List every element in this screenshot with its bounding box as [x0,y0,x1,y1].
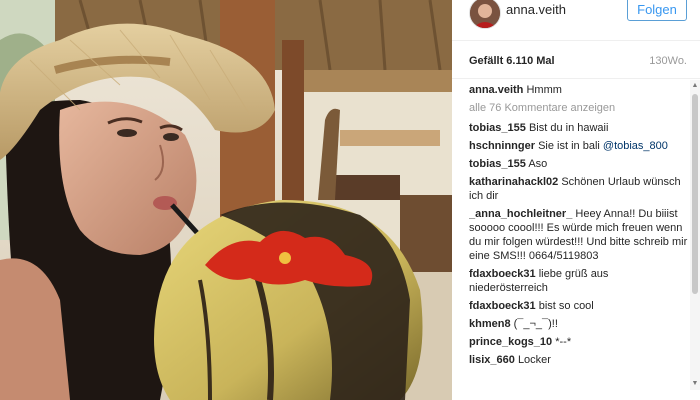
comment-text: bist so cool [538,300,594,312]
comment-item: katharinahackl02 Schönen Urlaub wünsch i… [469,175,689,203]
scroll-up-arrow-icon[interactable]: ▲ [691,82,699,90]
comment-username[interactable]: tobias_155 [469,158,526,170]
comment-username[interactable]: khmen8 [469,318,511,330]
comment-username[interactable]: prince_kogs_10 [469,336,552,348]
comment-item: hschninnger Sie ist in bali @tobias_800 [469,139,689,153]
comment-username[interactable]: fdaxboeck31 [469,268,536,280]
likes-count[interactable]: Gefällt 6.110 Mal [469,55,555,67]
comment-mention-link[interactable]: @tobias_800 [603,140,668,152]
comment-username[interactable]: katharinahackl02 [469,176,558,188]
comment-username[interactable]: fdaxboeck31 [469,300,536,312]
comment-item: khmen8 (¯_¬_¯)!! [469,317,689,331]
comment-text: (¯_¬_¯)!! [513,318,558,330]
post-sidebar: anna.veith Folgen Gefällt 6.110 Mal 130W… [452,0,700,400]
comment-text: Sie ist in bali [538,140,600,152]
comment-item: tobias_155 Aso [469,157,689,171]
caption-text: Hmmm [526,84,562,96]
follow-button[interactable]: Folgen [627,0,687,21]
header-username[interactable]: anna.veith [506,2,566,17]
comment-item: _anna_hochleitner_ Heey Anna!! Du biiist… [469,207,689,263]
comment-item: fdaxboeck31 bist so cool [469,299,689,313]
avatar[interactable] [469,0,501,29]
comment-item: prince_kogs_10 *--* [469,335,689,349]
post-photo[interactable] [0,0,452,400]
comment-username[interactable]: tobias_155 [469,122,526,134]
post-time[interactable]: 130Wo. [649,55,687,67]
comments-list: anna.veith Hmmm alle 76 Kommentare anzei… [469,83,689,400]
scroll-down-arrow-icon[interactable]: ▼ [691,380,699,388]
comment-username[interactable]: lisix_660 [469,354,515,366]
caption: anna.veith Hmmm [469,83,689,97]
comment-text: Bist du in hawaii [528,122,609,134]
comment-item: fdaxboeck31 liebe grüß aus niederösterre… [469,267,689,295]
comment-text: Aso [528,158,548,170]
photo-illustration [0,0,452,400]
likes-row: Gefällt 6.110 Mal 130Wo. [452,50,700,79]
comment-text: *--* [555,336,572,348]
caption-username[interactable]: anna.veith [469,84,523,96]
scrollbar-thumb[interactable] [692,94,698,294]
comment-item: lisix_660 Locker [469,353,689,367]
post-header: anna.veith Folgen [452,0,700,41]
comment-username[interactable]: hschninnger [469,140,535,152]
comment-username[interactable]: _anna_hochleitner_ [469,208,572,220]
show-all-comments-link[interactable]: alle 76 Kommentare anzeigen [469,101,689,115]
comments-scrollbar[interactable]: ▲ ▼ [690,80,700,390]
comment-text: Locker [517,354,551,366]
comment-item: tobias_155 Bist du in hawaii [469,121,689,135]
avatar-image [470,0,500,28]
